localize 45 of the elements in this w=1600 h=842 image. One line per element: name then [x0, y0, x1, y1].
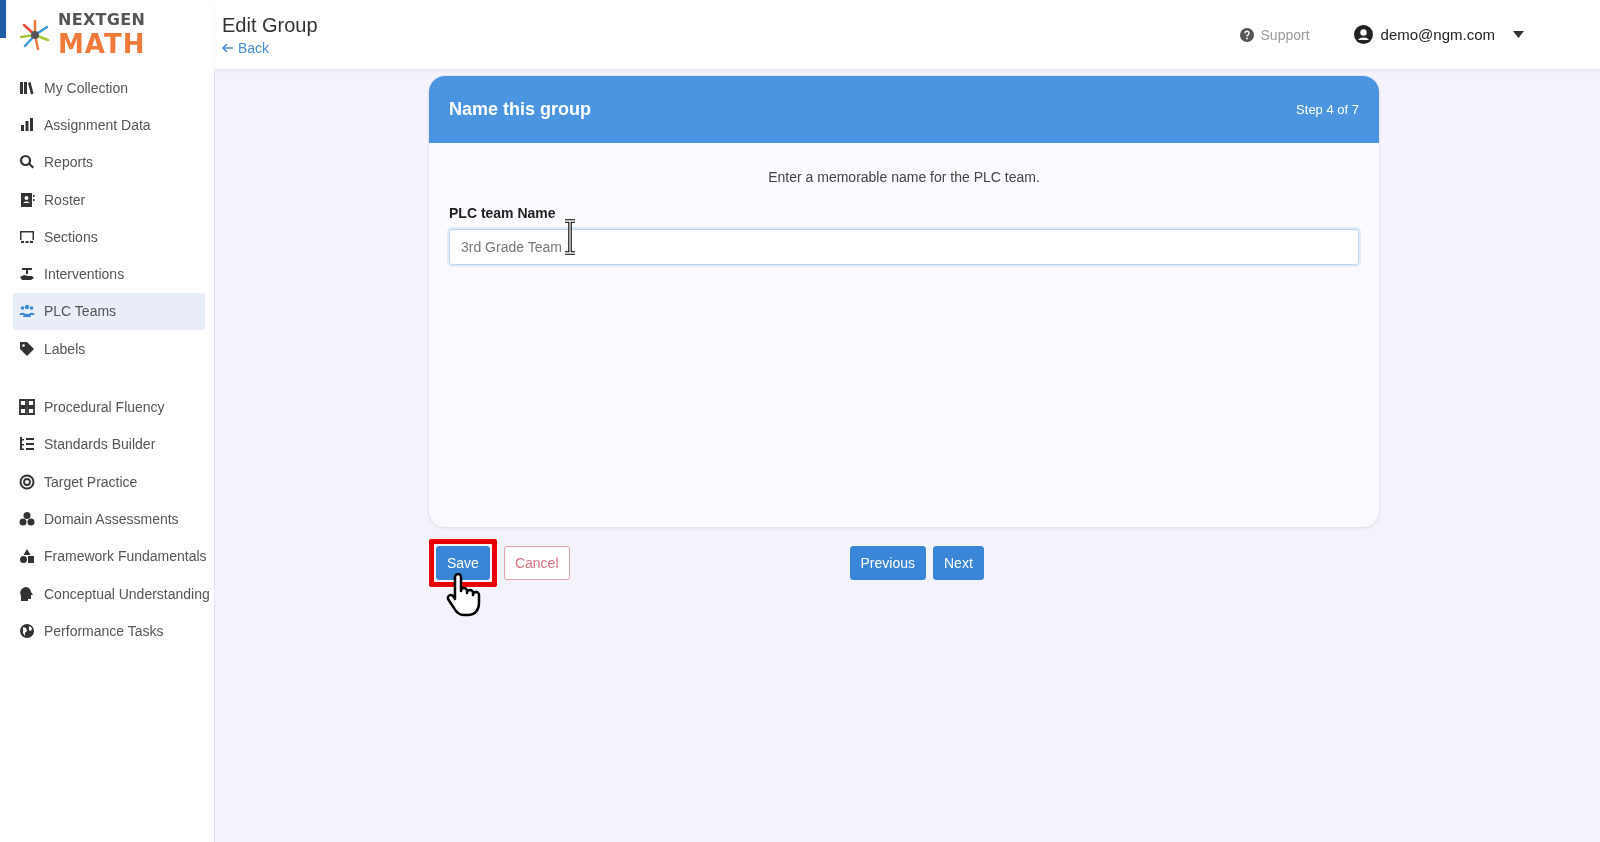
logo-text: MATH	[58, 29, 146, 59]
help-icon	[1239, 27, 1254, 42]
sidebar-item[interactable]: Framework Fundamentals	[13, 537, 205, 575]
sidebar-item[interactable]: Reports	[13, 143, 205, 181]
card-title: Name this group	[449, 99, 591, 120]
tag-icon	[19, 340, 35, 357]
logo-text: NEXTGEN	[58, 10, 146, 29]
left-arrow-icon	[222, 42, 234, 53]
shapes-icon	[19, 510, 35, 527]
grid-icon	[19, 399, 35, 415]
step-indicator: Step 4 of 7	[1296, 102, 1359, 117]
head-icon	[19, 585, 35, 602]
sidebar-item[interactable]: Standards Builder	[13, 425, 205, 463]
search-icon	[19, 154, 35, 171]
sidebar-item[interactable]: My Collection	[13, 69, 205, 107]
shapes-icon	[19, 548, 35, 565]
field-label: PLC team Name	[449, 205, 557, 221]
sidebar-item[interactable]: PLC Teams	[13, 292, 205, 331]
contact-card-icon	[19, 191, 35, 208]
target-icon	[19, 473, 35, 490]
logo-icon	[18, 17, 52, 52]
sidebar-item[interactable]: Target Practice	[13, 462, 205, 501]
sidebar-item[interactable]: Sections	[13, 218, 205, 256]
action-button[interactable]: Save	[436, 546, 490, 580]
bar-chart-icon	[19, 116, 35, 133]
text-cursor-icon	[563, 219, 577, 255]
books-icon	[19, 79, 35, 96]
sidebar-item[interactable]: Interventions	[13, 255, 205, 293]
sidebar-item[interactable]: Domain Assessments	[13, 500, 205, 538]
user-icon	[1353, 25, 1373, 44]
action-button[interactable]: Previous	[849, 546, 926, 580]
list-tree-icon	[19, 436, 35, 453]
people-icon	[19, 303, 35, 320]
page-title: Edit Group	[222, 13, 319, 37]
sidebar-item[interactable]: Roster	[13, 180, 205, 219]
action-button[interactable]: Next	[933, 546, 984, 580]
user-menu[interactable]: demo@ngm.com	[1353, 25, 1524, 44]
caret-icon	[1513, 31, 1524, 38]
sidebar-item[interactable]: Performance Tasks	[13, 612, 205, 650]
team-name-field[interactable]: 3rd Grade Team	[449, 229, 1359, 265]
sidebar-item[interactable]: Procedural Fluency	[13, 388, 205, 426]
globe-icon	[19, 622, 35, 639]
instructions-text: Enter a memorable name for the PLC team.	[768, 169, 1040, 185]
sidebar-item[interactable]: Assignment Data	[13, 106, 205, 144]
sidebar-item[interactable]: Labels	[13, 330, 205, 368]
